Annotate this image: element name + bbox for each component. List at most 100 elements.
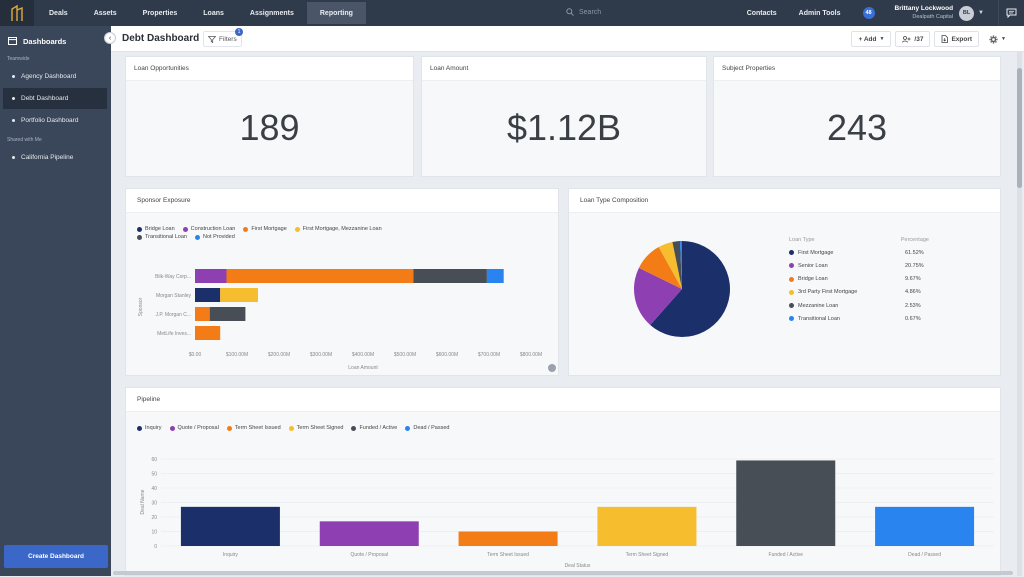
loan-type-cell: Senior Loan (789, 263, 905, 269)
nav-item-reporting[interactable]: Reporting (306, 2, 366, 24)
search-icon (566, 8, 574, 16)
loan-type-label: 3rd Party First Mortgage (798, 289, 858, 296)
sidebar-item-label: Debt Dashboard (21, 95, 69, 102)
kpi-value: 243 (826, 107, 888, 148)
contacts-link[interactable]: Contacts (747, 10, 777, 17)
sidebar: Dashboards Teamwide Agency Dashboard Debt… (0, 26, 111, 576)
x-tick-label: $800.00M (520, 352, 542, 358)
export-button[interactable]: Export (934, 31, 980, 47)
sidebar-item-label: Portfolio Dashboard (21, 117, 79, 124)
y-tick-label: 50 (151, 472, 157, 478)
pie-legend-row[interactable]: 3rd Party First Mortgage 4.86% (789, 286, 929, 299)
bullet-icon (12, 75, 15, 78)
loan-type-label: Transitional Loan (798, 315, 840, 322)
loan-type-label: Senior Loan (798, 262, 828, 269)
sponsor-bar-segment (195, 269, 227, 283)
x-tick-label: Term Sheet Issued (487, 552, 529, 558)
sidebar-item-label: Agency Dashboard (21, 73, 77, 80)
nav-item-assets[interactable]: Assets (81, 0, 130, 26)
add-label: + Add (858, 35, 877, 43)
nav-item-assignments[interactable]: Assignments (237, 0, 307, 26)
main-nav: Deals Assets Properties Loans Assignments Rep… (36, 0, 366, 26)
loan-type-cell: Transitional Loan (789, 316, 905, 322)
nav-item-properties[interactable]: Properties (130, 0, 191, 26)
loan-type-label: Mezzanine Loan (798, 302, 839, 309)
sidebar-item-debt-dashboard[interactable]: Debt Dashboard (3, 88, 107, 109)
sponsor-label: Morgan Stanley (156, 293, 192, 299)
sidebar-header: Dashboards (0, 26, 111, 56)
pipeline-bar (597, 506, 697, 546)
percentage-label: 2.53% (905, 302, 921, 309)
add-button[interactable]: + Add ▼ (851, 31, 892, 47)
avatar[interactable]: BL (959, 5, 975, 21)
users-count: /37 (914, 35, 924, 43)
kpi-value: 189 (239, 107, 300, 148)
nav-item-loans[interactable]: Loans (190, 0, 237, 26)
pie-legend-row[interactable]: Bridge Loan 9.67% (789, 273, 929, 286)
horizontal-scrollbar[interactable] (113, 571, 1013, 575)
sidebar-item-portfolio-dashboard[interactable]: Portfolio Dashboard (3, 110, 107, 131)
page-title: Debt Dashboard (122, 33, 200, 44)
loan-type-cell: Bridge Loan (789, 276, 905, 282)
sponsor-exposure-chart: Bilk-Way Corp... Morgan Stanley J.P. Morga… (138, 269, 542, 371)
collapse-sidebar-button[interactable]: ‹ (104, 32, 116, 44)
legend-swatch (789, 303, 794, 309)
loan-type-label: First Mortgage (798, 249, 834, 256)
y-tick-label: 40 (151, 486, 157, 492)
nav-item-deals[interactable]: Deals (36, 0, 81, 26)
section-shared: Shared with Me (7, 137, 42, 143)
app-logo[interactable] (0, 0, 34, 26)
y-tick-label: 0 (154, 544, 157, 550)
sponsor-bar-segment (195, 307, 210, 321)
chevron-down-icon[interactable]: ▼ (978, 10, 984, 16)
export-label: Export (951, 35, 973, 43)
x-tick-label: $700.00M (478, 352, 500, 358)
pipeline-bar (875, 506, 975, 546)
teamwide-list: Agency Dashboard Debt Dashboard Portfolio … (0, 66, 111, 131)
share-users-button[interactable]: /37 (895, 31, 931, 47)
sponsor-label: Bilk-Way Corp... (155, 274, 191, 280)
create-dashboard-button[interactable]: Create Dashboard (4, 545, 108, 568)
notification-badge[interactable]: 48 (862, 7, 875, 19)
search-placeholder: Search (579, 8, 602, 16)
loan-type-label: Bridge Loan (798, 276, 828, 283)
scrollbar-thumb[interactable] (1017, 68, 1022, 188)
pie-legend-row[interactable]: Mezzanine Loan 2.53% (789, 299, 929, 312)
percentage-label: 61.52% (905, 249, 924, 256)
kpi-card-subject-properties: Subject Properties 243 (713, 56, 1001, 177)
sponsor-bar-segment (195, 288, 221, 302)
bullet-icon (12, 156, 15, 159)
building-logo-icon (11, 4, 23, 21)
percentage-label: 9.67% (905, 276, 921, 283)
y-tick-label: 20 (151, 515, 157, 521)
chat-icon[interactable] (998, 0, 1024, 26)
settings-button[interactable]: ▼ (983, 31, 1012, 47)
pie-legend-row[interactable]: First Mortgage 61.52% (789, 246, 929, 259)
user-info[interactable]: Brittany Lockwood Dealpath Capital (895, 4, 954, 22)
kpi-card-loan-amount: Loan Amount $1.12B (421, 56, 707, 177)
admin-tools-link[interactable]: Admin Tools (799, 10, 841, 17)
gear-icon (989, 34, 998, 44)
sponsor-bar-segment (413, 269, 487, 283)
x-tick-label: $400.00M (352, 352, 374, 358)
sidebar-item-california-pipeline[interactable]: California Pipeline (3, 147, 107, 168)
global-search[interactable]: Search (566, 8, 601, 16)
chart-info-icon[interactable] (548, 364, 556, 372)
percentage-label: 20.75% (905, 262, 924, 269)
sidebar-item-agency-dashboard[interactable]: Agency Dashboard (3, 66, 107, 87)
pie-legend-table: Loan Type Percentage First Mortgage 61.52… (789, 233, 929, 325)
x-tick-label: Term Sheet Signed (626, 552, 669, 558)
sidebar-item-label: California Pipeline (21, 154, 74, 161)
pie-legend-row[interactable]: Transitional Loan 0.67% (789, 312, 929, 325)
x-tick-label: $600.00M (436, 352, 458, 358)
sponsor-bar-segment (209, 307, 246, 321)
percentage-label: 0.67% (905, 315, 921, 322)
legend-swatch (789, 263, 794, 269)
pie-legend-row[interactable]: Senior Loan 20.75% (789, 259, 929, 272)
export-icon (942, 35, 949, 43)
y-axis-label: Sponsor (138, 297, 144, 316)
x-tick-label: $200.00M (268, 352, 290, 358)
loan-type-cell: First Mortgage (789, 250, 905, 256)
page-header: Debt Dashboard Filters 1 + Add ▼ /37 Exp… (111, 26, 1024, 52)
add-user-icon (902, 35, 911, 43)
